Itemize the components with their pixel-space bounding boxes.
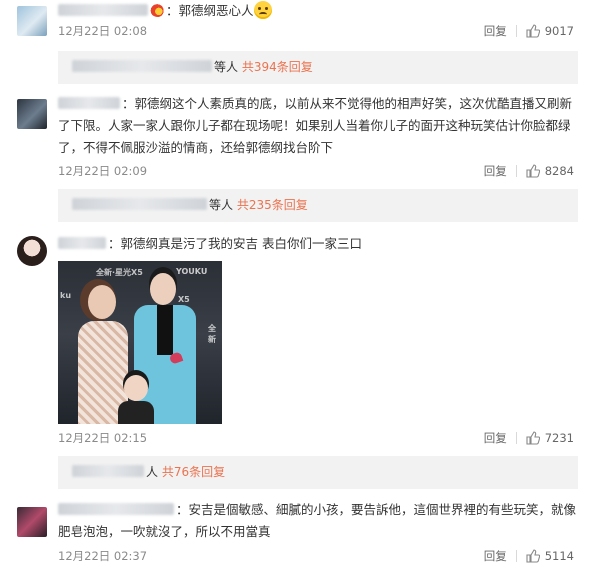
weibo-emoji-icon — [150, 3, 166, 17]
replies-box: 等人 共235条回复 — [58, 189, 578, 222]
like-count: 7231 — [544, 431, 574, 445]
woman-head — [88, 285, 116, 319]
replies-box: 等人 共394条回复 — [58, 51, 578, 84]
like-button[interactable]: 7231 — [526, 429, 574, 447]
blurred-usernames[interactable] — [72, 465, 144, 477]
comment-text: ：郭德纲真是污了我的安吉 表白你们一家三口 — [58, 233, 580, 255]
logo-text: 全新·星光X5 — [96, 268, 143, 277]
reply-button[interactable]: 回复 — [484, 429, 507, 447]
divider — [515, 25, 517, 37]
like-button[interactable]: 5114 — [526, 547, 574, 565]
logo-text: 全新 — [208, 324, 216, 344]
commenter-avatar[interactable] — [17, 6, 47, 36]
commenter-avatar[interactable] — [17, 236, 47, 266]
comment-text: ：郭德纲恶心人 — [58, 0, 580, 22]
logo-text: YOUKU — [176, 267, 208, 276]
reply-button[interactable]: 回复 — [484, 162, 507, 180]
comment-meta: 12月22日 02:08 回复 9017 — [58, 22, 580, 40]
thumbs-up-icon — [526, 549, 540, 563]
logo-text: X5 — [178, 295, 190, 304]
smiley-face-icon — [253, 1, 272, 19]
comment-meta: 12月22日 02:15 回复 7231 — [58, 429, 580, 447]
comment-meta: 12月22日 02:09 回复 8284 — [58, 162, 580, 180]
thumbs-up-icon — [526, 24, 540, 38]
comment-photo[interactable]: 全新·星光X5 YOUKU ku X5 全新 — [58, 261, 222, 424]
divider — [515, 432, 517, 444]
kid-figure — [118, 401, 154, 424]
blurred-username[interactable] — [58, 503, 174, 515]
reply-button[interactable]: 回复 — [484, 547, 507, 565]
view-replies-link[interactable]: 共394条回复 — [242, 60, 313, 74]
commenter-avatar[interactable] — [17, 507, 47, 537]
like-count: 9017 — [544, 24, 574, 38]
divider — [515, 550, 517, 562]
blurred-usernames[interactable] — [72, 60, 212, 72]
commenter-avatar[interactable] — [17, 99, 47, 129]
thumbs-up-icon — [526, 164, 540, 178]
man-head — [150, 273, 176, 305]
comment-text: ：安吉是個敏感、細膩的小孩，要告訴他，這個世界裡的有些玩笑，就像肥皂泡泡，一吹就… — [58, 502, 577, 539]
divider — [515, 165, 517, 177]
blurred-username[interactable] — [58, 4, 148, 16]
like-count: 8284 — [544, 164, 574, 178]
comment-time: 12月22日 02:15 — [58, 431, 148, 445]
view-replies-link[interactable]: 共235条回复 — [237, 198, 308, 212]
like-button[interactable]: 8284 — [526, 162, 574, 180]
comment-meta: 12月22日 02:37 回复 5114 — [58, 547, 580, 565]
comment-time: 12月22日 02:09 — [58, 164, 148, 178]
view-replies-link[interactable]: 共76条回复 — [162, 465, 225, 479]
like-count: 5114 — [544, 549, 574, 563]
man-shirt — [157, 305, 173, 355]
blurred-username[interactable] — [58, 237, 106, 249]
replies-box: 人 共76条回复 — [58, 456, 578, 489]
thumbs-up-icon — [526, 431, 540, 445]
blurred-username[interactable] — [58, 97, 120, 109]
comment-time: 12月22日 02:37 — [58, 549, 148, 563]
comment-time: 12月22日 02:08 — [58, 24, 148, 38]
blurred-usernames[interactable] — [72, 198, 207, 210]
reply-button[interactable]: 回复 — [484, 22, 507, 40]
comment-text: ：郭德纲这个人素质真的底，以前从来不觉得他的相声好笑，这次优酷直播又刷新了下限。… — [58, 96, 573, 155]
kid-head — [124, 375, 148, 401]
like-button[interactable]: 9017 — [526, 22, 574, 40]
logo-text: ku — [60, 291, 72, 300]
